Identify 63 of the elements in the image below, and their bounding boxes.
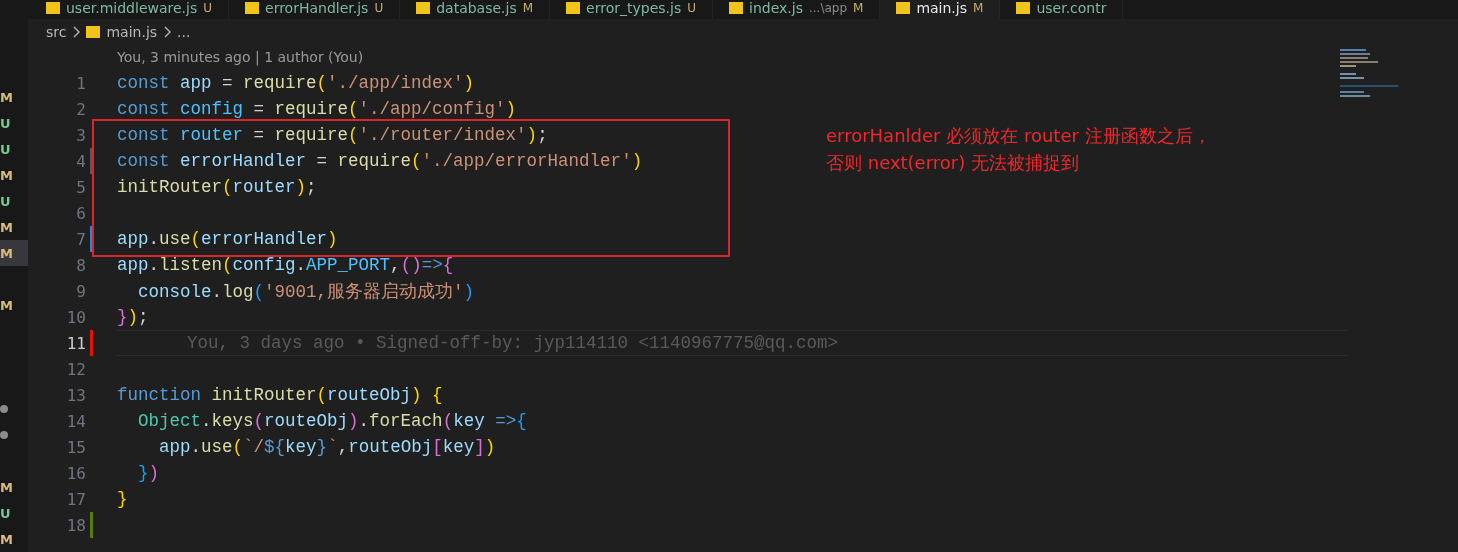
code-line: const app = require('./app/index') — [117, 73, 475, 93]
line-number: 16 — [65, 463, 86, 483]
git-status: U — [0, 141, 11, 157]
line-number: 10 — [65, 307, 86, 327]
git-status: M — [0, 89, 13, 105]
codelens-text[interactable]: You, 3 minutes ago | 1 author (You) — [117, 49, 364, 65]
line-number: 6 — [75, 203, 86, 223]
line-number: 3 — [75, 125, 86, 145]
git-status: M — [0, 297, 13, 313]
js-file-icon — [896, 2, 911, 14]
line-number: 13 — [65, 385, 86, 405]
git-status: M — [0, 531, 13, 547]
git-status: U — [0, 505, 11, 521]
code-line: const config = require('./app/config') — [117, 99, 517, 119]
code-line: Object.keys(routeObj).forEach(key =>{ — [137, 411, 527, 431]
blame-line: You, 3 days ago • Signed-off-by: jyp114110 <1140967775@qq.com> — [117, 330, 1347, 356]
line-number: 14 — [65, 411, 86, 431]
line-number: 4 — [75, 151, 86, 171]
git-status: M — [0, 219, 13, 235]
js-file-icon — [1016, 2, 1031, 14]
line-number: 7 — [75, 229, 86, 249]
line-number: 11 — [65, 333, 86, 353]
code-line: } — [117, 489, 128, 509]
chevron-icon — [163, 26, 172, 38]
annotation-text: errorHanlder 必须放在 router 注册函数之后， — [826, 124, 1211, 148]
js-file-icon — [46, 2, 60, 14]
code-line: app.use(errorHandler) — [117, 229, 338, 249]
code-line: const errorHandler = require('./app/errorHandler') — [117, 151, 643, 171]
git-status: M — [0, 245, 13, 261]
annotation-text: 否则 next(error) 无法被捕捉到 — [826, 151, 1080, 175]
dot-icon — [0, 405, 8, 413]
js-file-icon — [566, 2, 581, 14]
code-line: initRouter(router); — [117, 177, 317, 197]
line-number: 5 — [75, 177, 86, 197]
js-file-icon — [86, 26, 101, 38]
code-line: app.use(`/${key}`,routeObj[key]) — [158, 437, 496, 457]
dot-icon — [0, 431, 8, 439]
line-number: 15 — [65, 437, 86, 457]
breadcrumb-item[interactable]: ... — [177, 24, 191, 40]
js-file-icon — [245, 2, 260, 14]
chevron-icon — [72, 26, 81, 38]
code-line: const router = require('./router/index'); — [117, 125, 548, 145]
code-line: function initRouter(routeObj) { — [117, 385, 443, 405]
breadcrumb-item[interactable]: main.js — [106, 24, 158, 40]
line-number: 17 — [65, 489, 86, 509]
git-status: U — [0, 115, 11, 131]
line-number: 1 — [75, 73, 86, 93]
line-number: 8 — [75, 255, 86, 275]
code-line: }) — [137, 463, 160, 483]
line-number: 9 — [75, 281, 86, 301]
line-number: 18 — [65, 515, 86, 535]
js-file-icon — [729, 2, 743, 14]
editor-tab[interactable]: main.js M — [880, 0, 1001, 19]
breadcrumb-item[interactable]: src — [46, 24, 67, 40]
git-status: U — [0, 193, 11, 209]
code-line: }); — [117, 307, 149, 327]
code-line: app.listen(config.APP_PORT,()=>{ — [117, 255, 454, 275]
line-number: 12 — [65, 359, 86, 379]
line-number: 2 — [75, 99, 86, 119]
code-line: console.log('9001,服务器启动成功') — [137, 281, 475, 303]
git-status: M — [0, 479, 13, 495]
git-status: M — [0, 167, 13, 183]
js-file-icon — [416, 2, 431, 14]
